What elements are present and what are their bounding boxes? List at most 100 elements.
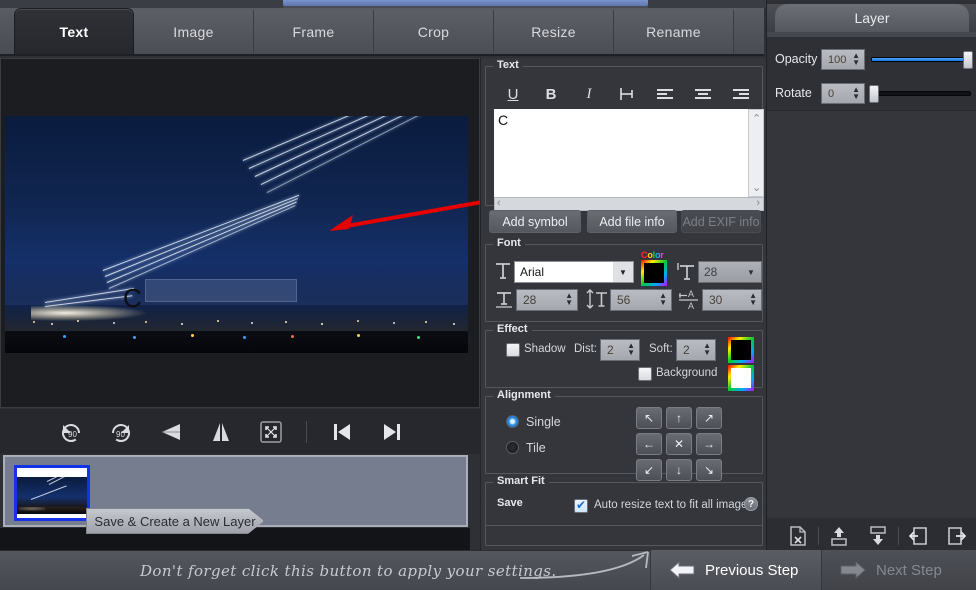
background-label: Background <box>656 367 717 379</box>
align-left-button[interactable] <box>646 82 684 106</box>
previous-step-label: Previous Step <box>705 562 798 579</box>
bold-button[interactable]: B <box>532 82 570 106</box>
add-exif-info-label: Add EXIF info <box>682 215 759 229</box>
opacity-label: Opacity <box>775 52 817 66</box>
flip-vertical-button[interactable] <box>196 409 246 454</box>
save-create-layer-button[interactable]: Save & Create a New Layer <box>86 508 264 534</box>
rotate-stepper[interactable]: 0 ▲▼ <box>821 83 865 104</box>
add-symbol-button[interactable]: Add symbol <box>489 210 581 233</box>
text-area-horizontal-scrollbar[interactable]: ‹ › <box>494 197 764 211</box>
opacity-slider-track[interactable] <box>871 57 971 62</box>
move-layer-down-icon[interactable] <box>858 518 897 553</box>
image-toolbar: 90 90 <box>0 409 480 454</box>
dist-label: Dist: <box>574 343 597 355</box>
align-center-button[interactable] <box>684 82 722 106</box>
alignment-tile-radio[interactable] <box>506 441 519 454</box>
align-bottom-right-button[interactable]: ↘ <box>696 459 722 481</box>
layer-panel-title-label: Layer <box>854 10 889 26</box>
previous-step-button[interactable]: Previous Step <box>650 550 822 590</box>
font-size-bottom-icon <box>494 289 514 309</box>
align-top-right-glyph: ↗ <box>704 411 714 425</box>
effect-group: Effect Shadow Dist: 2 ▲▼ Soft: 2 ▲▼ Back… <box>485 330 763 388</box>
stepper-arrows-icon[interactable]: ▲▼ <box>627 342 635 356</box>
rotate-slider-track[interactable] <box>871 91 971 96</box>
stepper-arrows-icon[interactable]: ▲▼ <box>703 342 711 356</box>
font-size-stepper[interactable]: 28 ▲▼ <box>516 289 578 311</box>
thumbnail-item[interactable] <box>14 465 90 521</box>
rotate-row: Rotate 0 ▲▼ <box>767 82 976 106</box>
line-height-stepper[interactable]: 56 ▲▼ <box>610 289 672 311</box>
align-bottom-left-button[interactable]: ↙ <box>636 459 662 481</box>
font-family-select[interactable]: Arial ▼ <box>514 261 634 283</box>
text-settings-panel: Text U B I C ⌃ ⌄ <box>480 58 766 550</box>
layer-panel-divider <box>767 32 976 37</box>
align-top-right-button[interactable]: ↗ <box>696 407 722 429</box>
svg-text:A: A <box>688 289 694 299</box>
export-layer-icon[interactable] <box>938 518 976 553</box>
font-size-value: 28 <box>704 265 717 279</box>
italic-button[interactable]: I <box>570 82 608 106</box>
flip-horizontal-button[interactable] <box>146 409 196 454</box>
stepper-arrows-icon[interactable]: ▲▼ <box>749 292 757 306</box>
align-middle-right-button[interactable]: → <box>696 433 722 455</box>
delete-layer-icon[interactable] <box>779 518 818 553</box>
align-bottom-center-button[interactable]: ↓ <box>666 459 692 481</box>
underline-button[interactable]: U <box>494 82 532 106</box>
canvas-text-overlay[interactable]: C <box>123 283 142 314</box>
text-area-vertical-scrollbar[interactable]: ⌃ ⌄ <box>748 109 764 197</box>
align-center-center-button[interactable]: ✕ <box>666 433 692 455</box>
shadow-distance-stepper[interactable]: 2 ▲▼ <box>600 339 640 361</box>
add-file-info-button[interactable]: Add file info <box>587 210 677 233</box>
tab-image[interactable]: Image <box>134 10 254 54</box>
background-checkbox[interactable] <box>638 367 652 381</box>
text-group: Text U B I C ⌃ ⌄ <box>485 66 763 206</box>
align-middle-right-glyph: → <box>703 437 715 451</box>
char-spacing-stepper[interactable]: 30 ▲▼ <box>702 289 762 311</box>
stepper-arrows-icon[interactable]: ▲▼ <box>852 86 860 100</box>
tab-text[interactable]: Text <box>14 8 134 54</box>
rotate-right-90-button[interactable]: 90 <box>96 409 146 454</box>
align-right-button[interactable] <box>722 82 760 106</box>
fit-to-screen-button[interactable] <box>246 409 296 454</box>
import-layer-icon[interactable] <box>899 518 938 553</box>
alignment-single-radio[interactable] <box>506 415 519 428</box>
font-size-select[interactable]: 28 ▼ <box>698 261 762 283</box>
rotate-slider-knob[interactable] <box>869 85 879 103</box>
move-layer-up-icon[interactable] <box>819 518 858 553</box>
next-image-button[interactable] <box>367 409 417 454</box>
previous-image-button[interactable] <box>317 409 367 454</box>
shadow-color-swatch[interactable] <box>728 337 754 363</box>
stepper-arrows-icon[interactable]: ▲▼ <box>852 52 860 66</box>
save-create-layer-label: Save & Create a New Layer <box>94 514 255 529</box>
tab-crop-label: Crop <box>418 24 450 40</box>
align-bottom-left-glyph: ↙ <box>644 463 654 477</box>
align-top-left-button[interactable]: ↖ <box>636 407 662 429</box>
tab-frame[interactable]: Frame <box>254 10 374 54</box>
effect-group-label: Effect <box>493 323 532 335</box>
font-color-swatch[interactable] <box>641 260 667 286</box>
align-middle-left-button[interactable]: ← <box>636 433 662 455</box>
shadow-soft-stepper[interactable]: 2 ▲▼ <box>676 339 716 361</box>
toolbar-separator <box>306 421 307 443</box>
soft-label: Soft: <box>649 343 673 355</box>
image-preview-canvas[interactable]: C <box>0 58 480 408</box>
opacity-stepper[interactable]: 100 ▲▼ <box>821 49 865 70</box>
stepper-arrows-icon[interactable]: ▲▼ <box>659 292 667 306</box>
layer-list[interactable] <box>767 110 976 518</box>
text-input-area[interactable]: C <box>494 109 748 197</box>
tab-crop[interactable]: Crop <box>374 10 494 54</box>
shadow-checkbox[interactable] <box>506 343 520 357</box>
text-layer-selection-box[interactable] <box>145 279 297 302</box>
opacity-slider-knob[interactable] <box>963 51 973 69</box>
rotate-left-90-button[interactable]: 90 <box>46 409 96 454</box>
thumbnail-image <box>17 477 87 514</box>
font-family-icon <box>494 261 512 281</box>
tab-resize[interactable]: Resize <box>494 10 614 54</box>
chevron-down-icon: ▼ <box>613 262 633 282</box>
stepper-arrows-icon[interactable]: ▲▼ <box>565 292 573 306</box>
align-center-center-glyph: ✕ <box>674 437 684 451</box>
background-color-swatch[interactable] <box>728 365 754 391</box>
tab-rename[interactable]: Rename <box>614 10 734 54</box>
vertical-text-button[interactable] <box>608 82 646 106</box>
align-top-center-button[interactable]: ↑ <box>666 407 692 429</box>
